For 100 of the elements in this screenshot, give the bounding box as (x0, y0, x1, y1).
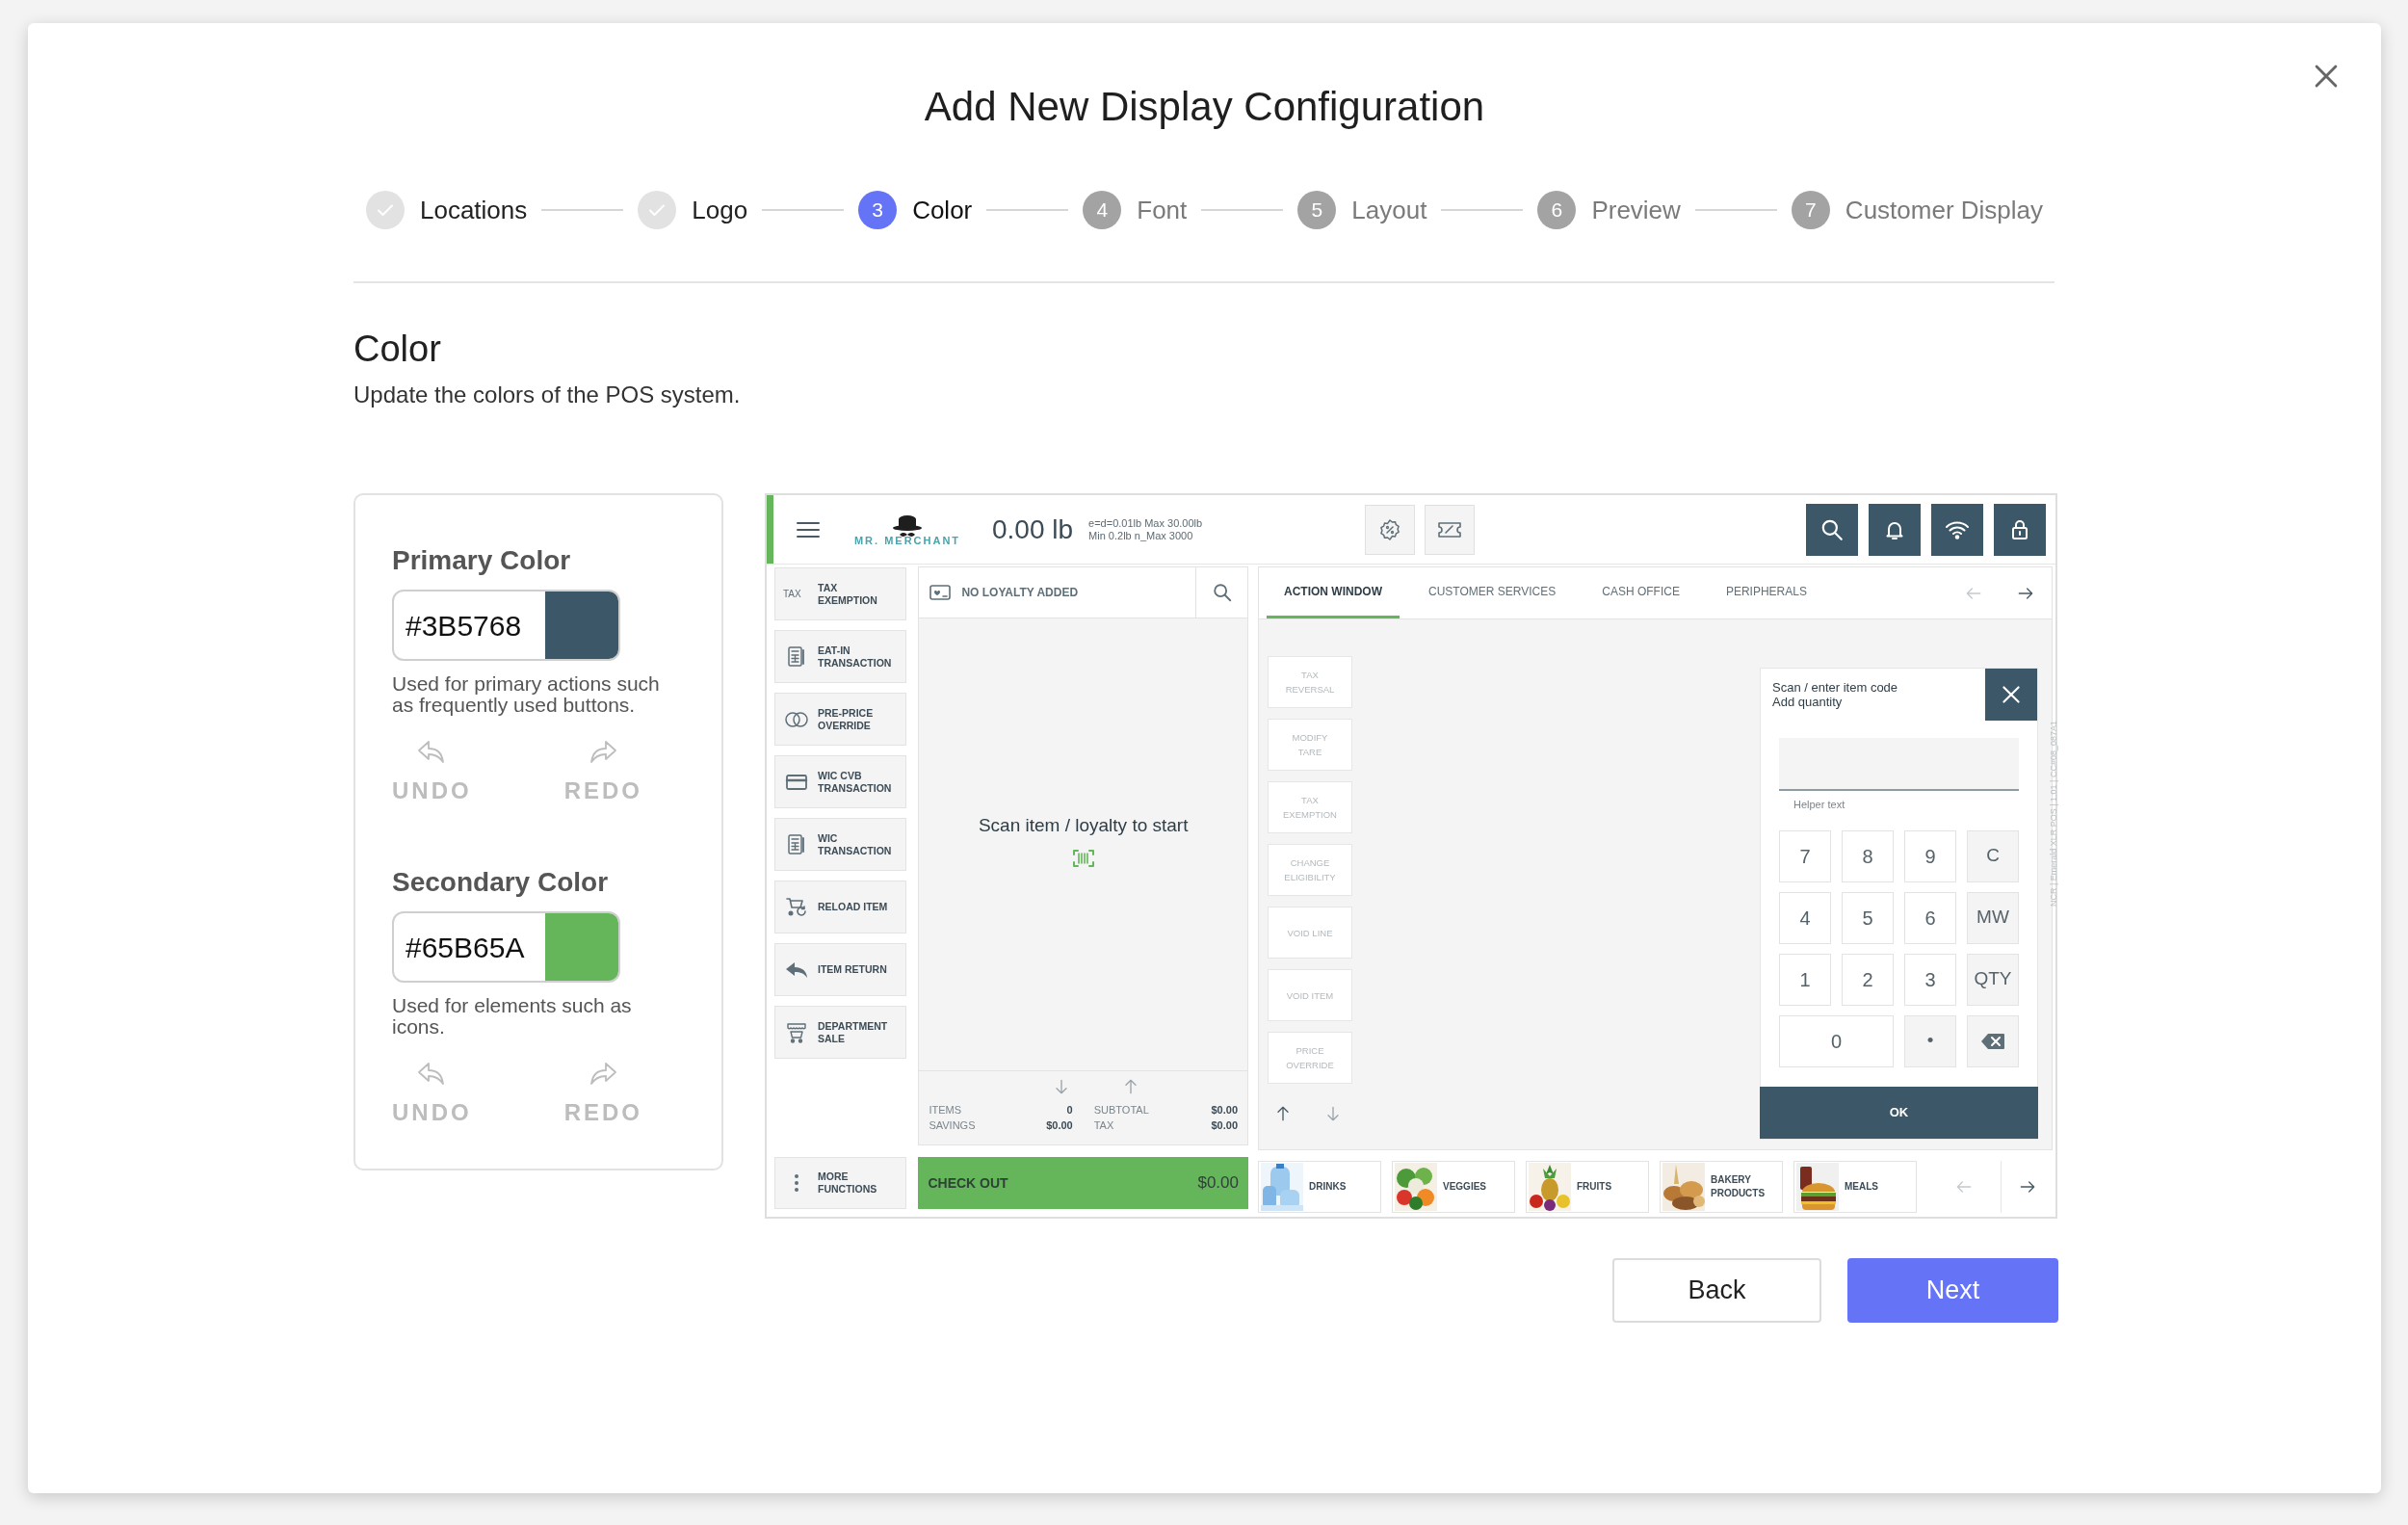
step-label[interactable]: Customer Display (1845, 191, 2044, 229)
keypad-key[interactable]: • (1904, 1014, 1956, 1067)
step-label[interactable]: Preview (1591, 191, 1681, 229)
more-functions-button[interactable]: MORE FUNCTIONS (774, 1157, 907, 1209)
keypad-key[interactable]: 9 (1904, 829, 1956, 882)
color-swatch[interactable] (545, 592, 618, 659)
backspace-icon (1980, 1032, 2005, 1050)
keypad-key[interactable] (1967, 1014, 2019, 1067)
coupon-button[interactable] (1425, 504, 1476, 555)
tab[interactable]: PERIPHERALS (1708, 567, 1824, 618)
total-label: ITEMS (929, 1103, 962, 1117)
tab[interactable]: ACTION WINDOW (1267, 567, 1400, 618)
hex-value: #65B65A (405, 930, 526, 965)
step-number: 4 (1083, 191, 1122, 229)
step-number: 7 (1791, 191, 1830, 229)
reply-arrow-icon (785, 960, 808, 980)
step-label[interactable]: Logo (692, 191, 748, 229)
function-button[interactable]: DEPARTMENT SALE (774, 1006, 907, 1059)
keypad-key[interactable]: 2 (1842, 953, 1894, 1006)
tab[interactable]: CASH OFFICE (1584, 567, 1697, 618)
coins-icon (784, 709, 809, 729)
weight-reading: 0.00 lb (992, 513, 1074, 546)
loyalty-status: NO LOYALTY ADDED (961, 585, 1080, 601)
accent-bar (767, 495, 773, 564)
function-label: DEPARTMENT SALE (818, 1019, 889, 1045)
redo-icon (589, 739, 618, 766)
function-button[interactable]: WIC TRANSACTION (774, 818, 907, 871)
search-button[interactable] (1806, 503, 1858, 556)
color-description: Used for elements such as icons. (392, 995, 633, 1038)
section-subtitle: Update the colors of the POS system. (353, 381, 742, 409)
function-label: TAX EXEMPTION (818, 581, 878, 607)
tax-label: TAX (783, 588, 802, 601)
color-swatch[interactable] (545, 913, 618, 981)
total-label: SUBTOTAL (1093, 1103, 1149, 1117)
keypad-key[interactable]: 7 (1779, 829, 1831, 882)
category-button[interactable]: DRINKS (1258, 1160, 1381, 1213)
discount-badge-icon (1378, 517, 1402, 541)
total-value: 0 (1066, 1103, 1073, 1117)
discount-button[interactable] (1365, 504, 1416, 555)
function-label: RELOAD ITEM (818, 901, 888, 913)
function-button[interactable]: TAX TAX EXEMPTION (774, 567, 907, 620)
more-vertical-icon (794, 1173, 799, 1193)
function-label: PRE-PRICE OVERRIDE (818, 706, 875, 732)
step-label[interactable]: Font (1137, 191, 1188, 229)
category-button[interactable]: FRUITS (1526, 1160, 1649, 1213)
step-label[interactable]: Color (912, 191, 973, 229)
card-icon (785, 772, 808, 792)
helper-text: Helper text (1793, 798, 1846, 812)
color-input[interactable]: #3B5768 (392, 590, 620, 661)
keypad-key[interactable]: 0 (1779, 1014, 1894, 1067)
function-button[interactable]: PRE-PRICE OVERRIDE (774, 693, 907, 746)
step-label[interactable]: Locations (419, 191, 528, 229)
keypad-key[interactable]: 5 (1842, 891, 1894, 944)
function-button[interactable]: WIC CVB TRANSACTION (774, 755, 907, 808)
lock-icon (2009, 517, 2030, 541)
step-number: 3 (858, 191, 898, 229)
function-label: WIC TRANSACTION (818, 831, 893, 857)
scan-prompt: Scan item / loyalty to start (978, 814, 1189, 838)
step-number: 6 (1537, 191, 1577, 229)
color-description: Used for primary actions such as frequently used buttons. (392, 673, 661, 716)
section-title: Color (353, 328, 442, 370)
category-button[interactable]: BAKERY PRODUCTS (1660, 1160, 1783, 1213)
ok-button[interactable]: OK (1760, 1086, 2038, 1139)
function-button[interactable]: RELOAD ITEM (774, 881, 907, 933)
back-button[interactable]: Back (1612, 1258, 1821, 1323)
color-title: Primary Color (392, 544, 572, 577)
version-text: NCR | Emerald XLR POS | 1.01 | CC#08_087A1 (2048, 721, 2059, 907)
close-button[interactable] (1985, 669, 2037, 721)
function-button[interactable]: EAT-IN TRANSACTION (774, 630, 907, 683)
item-code-field[interactable] (1779, 738, 2019, 791)
keypad-key[interactable]: MW (1967, 891, 2019, 944)
menu-button[interactable] (796, 519, 821, 539)
category-button[interactable]: MEALS (1793, 1160, 1917, 1213)
undo-icon (417, 739, 447, 766)
search-icon (1211, 582, 1233, 603)
tab[interactable]: CUSTOMER SERVICES (1411, 567, 1574, 618)
function-button[interactable]: ITEM RETURN (774, 943, 907, 996)
total-value: $0.00 (1211, 1103, 1238, 1117)
menu-icon (796, 519, 821, 539)
redo-icon (589, 1061, 618, 1088)
keypad-key[interactable]: 1 (1779, 953, 1831, 1006)
color-input[interactable]: #65B65A (392, 911, 620, 983)
category-button[interactable]: VEGGIES (1392, 1160, 1515, 1213)
keypad-key[interactable]: C (1967, 829, 2019, 882)
checkout-button[interactable]: CHECK OUT $0.00 (918, 1157, 1248, 1209)
keypad-key[interactable]: 6 (1904, 891, 1956, 944)
next-button[interactable]: Next (1847, 1258, 2058, 1323)
step-label[interactable]: Layout (1351, 191, 1427, 229)
function-label: EAT-IN TRANSACTION (818, 644, 893, 670)
notification-button[interactable] (1869, 503, 1921, 556)
lock-button[interactable] (1994, 503, 2046, 556)
keypad-key[interactable]: 3 (1904, 953, 1956, 1006)
calculator-icon (787, 832, 806, 856)
total-value: $0.00 (1211, 1118, 1238, 1133)
total-label: TAX (1093, 1118, 1114, 1133)
barcode-scan-icon (1072, 849, 1094, 867)
keypad-key[interactable]: QTY (1967, 953, 2019, 1006)
keypad-key[interactable]: 8 (1842, 829, 1894, 882)
keypad-key[interactable]: 4 (1779, 891, 1831, 944)
wifi-button[interactable] (1931, 503, 1983, 556)
